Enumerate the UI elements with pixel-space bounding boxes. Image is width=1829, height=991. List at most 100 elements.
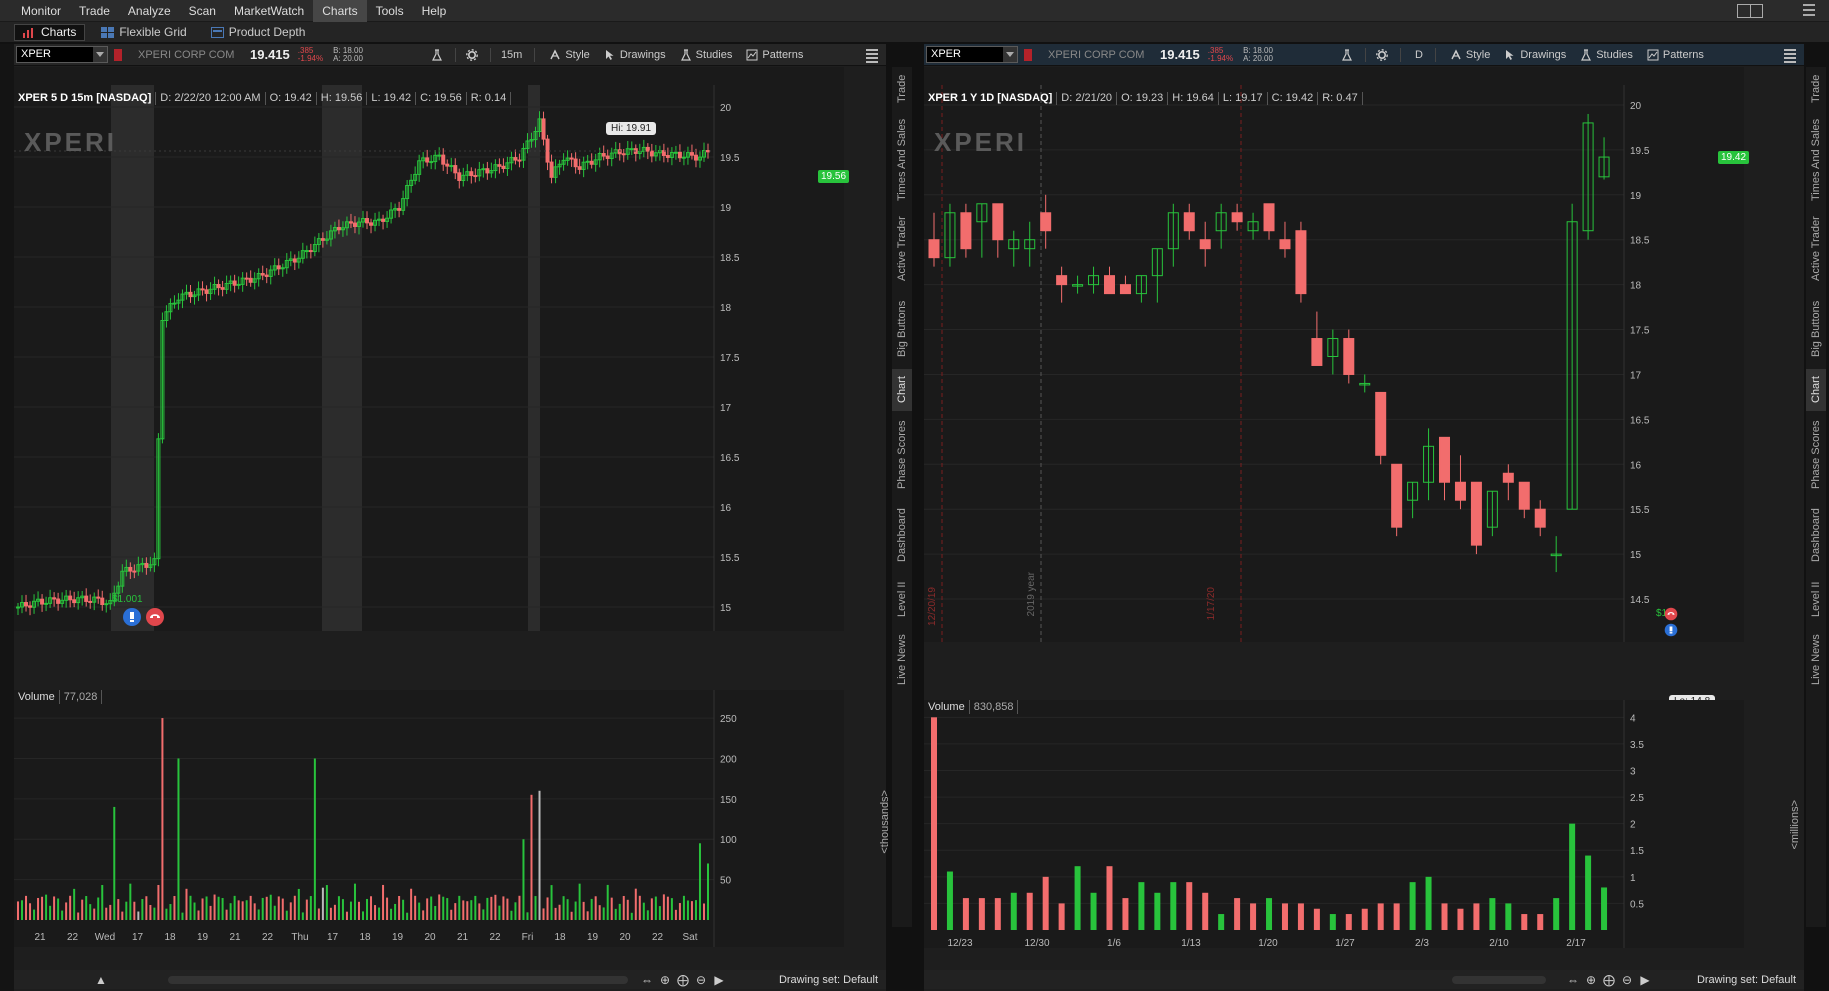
left-interval-button[interactable]: 15m: [501, 49, 522, 61]
menu-tools[interactable]: Tools: [367, 0, 413, 22]
x-tick-label: 19: [197, 932, 209, 943]
right-drawings-button[interactable]: Drawings: [1504, 49, 1566, 61]
candle-body: [244, 277, 249, 280]
pan-icon[interactable]: ⇔: [1566, 973, 1580, 987]
zoom-in-icon[interactable]: ⨁: [1602, 973, 1616, 987]
zoom-out-icon[interactable]: ⊖: [1620, 973, 1634, 987]
zoom-out-icon[interactable]: ⊖: [694, 973, 708, 987]
right-scrollbar[interactable]: [1452, 975, 1546, 984]
left-drawing-set[interactable]: Drawing set: Default: [779, 974, 878, 986]
volume-bar: [582, 901, 585, 920]
left-hi-bubble: Hi: 19.91: [606, 122, 657, 135]
right-symbol-input[interactable]: XPER: [926, 46, 1018, 63]
y-tick-label: 18.5: [720, 253, 740, 264]
side-tab-active-trader[interactable]: Active Trader: [892, 209, 912, 289]
volume-bar: [490, 896, 493, 920]
right-drawing-set[interactable]: Drawing set: Default: [1697, 974, 1796, 986]
side-tab-phase-scores[interactable]: Phase Scores: [1806, 415, 1826, 495]
side-tab-trade[interactable]: Trade: [892, 67, 912, 111]
side-tab-live-news[interactable]: Live News: [892, 627, 912, 693]
x-tick-label: 2/3: [1415, 938, 1429, 948]
volume-bar: [510, 910, 513, 920]
x-tick-label: Wed: [95, 932, 115, 943]
pointer-icon[interactable]: ▶: [1638, 973, 1652, 987]
right-price-chart[interactable]: XPER 1 Y 1D [NASDAQ] D: 2/21/20 O: 19.23…: [924, 67, 1750, 708]
link-color-icon[interactable]: [114, 48, 122, 61]
pan-icon[interactable]: ⇔: [640, 973, 654, 987]
tab-product-depth[interactable]: Product Depth: [203, 24, 314, 41]
volume-bar: [253, 903, 256, 920]
pane-divider[interactable]: [912, 44, 922, 991]
flask-icon[interactable]: [431, 48, 443, 61]
left-info-high: H: 19.56: [317, 91, 368, 105]
volume-bar: [650, 898, 653, 920]
left-style-button[interactable]: Style: [549, 49, 590, 61]
side-tab-phase-scores[interactable]: Phase Scores: [892, 415, 912, 495]
conference-call-icon[interactable]: [1664, 607, 1678, 621]
link-color-icon[interactable]: [1024, 48, 1032, 61]
side-tab-level-ii[interactable]: Level II: [1806, 575, 1826, 623]
chevron-down-icon[interactable]: [1003, 47, 1017, 62]
side-tab-level-ii[interactable]: Level II: [892, 575, 912, 623]
side-tab-dashboard[interactable]: Dashboard: [892, 499, 912, 571]
volume-bar: [177, 758, 180, 920]
left-price-chart[interactable]: XPER 5 D 15m [NASDAQ] D: 2/22/20 12:00 A…: [14, 67, 850, 631]
side-tab-chart[interactable]: Chart: [1806, 369, 1826, 411]
side-tab-times-and-sales[interactable]: Times And Sales: [892, 115, 912, 205]
right-volume-chart[interactable]: Volume 830,858 0.5 1 1.5 2 2.5 3 3.5 4 12/23 12/3…: [924, 700, 1801, 948]
candle-body: [549, 161, 554, 178]
side-tab-live-news[interactable]: Live News: [1806, 627, 1826, 693]
tab-charts[interactable]: Charts: [14, 23, 86, 41]
menu-trade[interactable]: Trade: [70, 0, 119, 22]
candle-body: [1502, 472, 1514, 483]
chevron-down-icon[interactable]: [93, 47, 107, 62]
menu-marketwatch[interactable]: MarketWatch: [225, 0, 313, 22]
gear-icon[interactable]: [1376, 48, 1388, 61]
side-tab-chart[interactable]: Chart: [892, 369, 912, 411]
menu-charts[interactable]: Charts: [313, 0, 367, 22]
right-studies-button[interactable]: Studies: [1580, 49, 1633, 61]
right-toolbar-menu-icon[interactable]: [1784, 49, 1796, 65]
left-drawings-button[interactable]: Drawings: [604, 49, 666, 61]
left-patterns-button[interactable]: Patterns: [746, 49, 803, 61]
earnings-icon[interactable]: [122, 607, 142, 627]
collapse-icon[interactable]: ▲: [94, 973, 108, 987]
left-scrollbar[interactable]: [168, 975, 628, 984]
side-tab-big-buttons[interactable]: Big Buttons: [892, 293, 912, 365]
right-patterns-button[interactable]: Patterns: [1647, 49, 1704, 61]
candle-body: [52, 597, 57, 600]
menu-analyze[interactable]: Analyze: [119, 0, 180, 22]
conference-call-icon[interactable]: [145, 607, 165, 627]
left-toolbar-menu-icon[interactable]: [866, 49, 878, 65]
volume-bar: [386, 897, 389, 920]
side-tab-big-buttons[interactable]: Big Buttons: [1806, 293, 1826, 365]
volume-bar: [245, 900, 248, 920]
layout-toggle-icon[interactable]: [1737, 4, 1763, 18]
left-studies-button[interactable]: Studies: [680, 49, 732, 61]
tab-product-depth-label: Product Depth: [228, 25, 306, 39]
side-tab-active-trader[interactable]: Active Trader: [1806, 209, 1826, 289]
volume-bar: [313, 758, 316, 920]
side-tab-times-and-sales[interactable]: Times And Sales: [1806, 115, 1826, 205]
volume-bar: [1010, 892, 1017, 930]
crosshair-icon[interactable]: ⊕: [658, 973, 672, 987]
gear-icon[interactable]: [466, 48, 478, 61]
side-tab-dashboard[interactable]: Dashboard: [1806, 499, 1826, 571]
left-volume-chart[interactable]: Volume 77,028 50 100 150 200 250 21 22 Wed 17 18 1…: [14, 690, 891, 947]
tab-flexible-grid[interactable]: Flexible Grid: [93, 24, 194, 41]
menu-monitor[interactable]: Monitor: [12, 0, 70, 22]
zoom-in-icon[interactable]: ⨁: [676, 973, 690, 987]
volume-bar: [694, 900, 697, 920]
crosshair-icon[interactable]: ⊕: [1584, 973, 1598, 987]
left-symbol-input[interactable]: XPER: [16, 46, 108, 63]
earnings-icon[interactable]: [1664, 623, 1678, 637]
right-style-button[interactable]: Style: [1450, 49, 1490, 61]
menu-help[interactable]: Help: [413, 0, 456, 22]
side-tab-trade[interactable]: Trade: [1806, 67, 1826, 111]
menu-scan[interactable]: Scan: [180, 0, 225, 22]
pointer-icon[interactable]: ▶: [712, 973, 726, 987]
flask-icon[interactable]: [1341, 48, 1353, 61]
right-interval-button[interactable]: D: [1415, 49, 1423, 61]
volume-bar: [634, 888, 637, 920]
hamburger-menu-icon[interactable]: [1803, 4, 1815, 19]
